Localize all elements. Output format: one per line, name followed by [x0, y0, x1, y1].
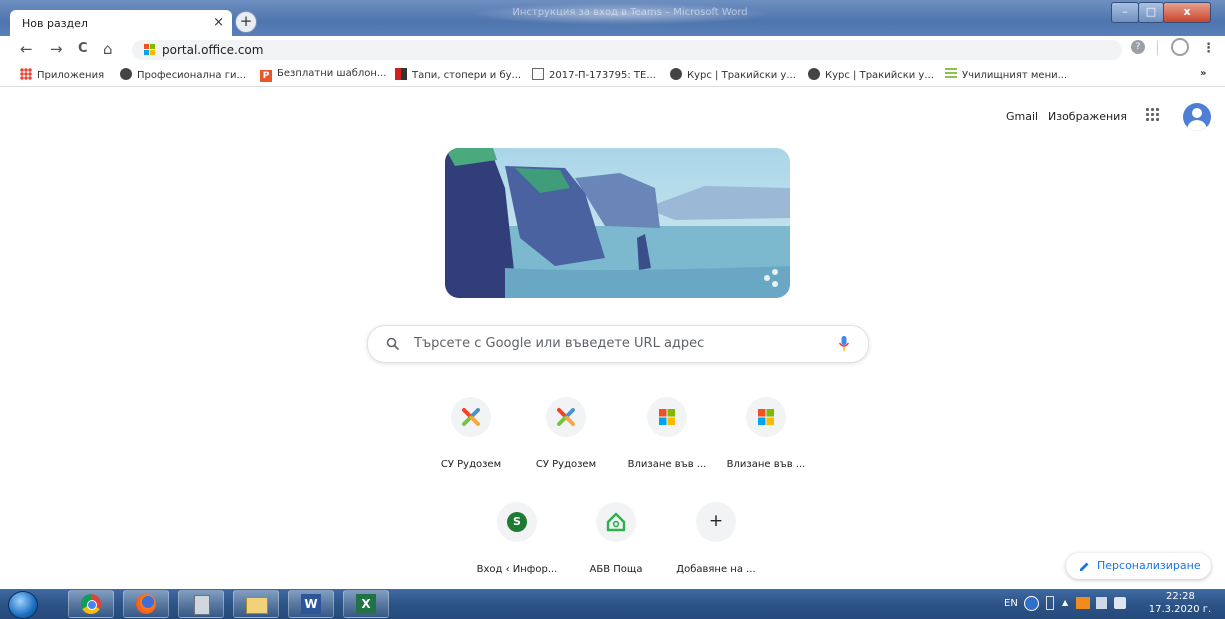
minimize-button[interactable]: – — [1111, 2, 1139, 23]
p-icon: P — [260, 70, 272, 82]
globe-icon — [670, 68, 682, 80]
shortcut-label: СУ Рудозем — [535, 459, 597, 470]
shortcut-label: Влизане във ... — [627, 459, 707, 470]
pen-icon[interactable] — [1046, 596, 1054, 610]
taskbar: W X EN ▲ 22:28 17.3.2020 г. — [0, 589, 1225, 619]
shortcut-tile[interactable]: СУ Рудозем — [426, 397, 516, 470]
profile-icon[interactable] — [1171, 38, 1189, 56]
clock-date[interactable]: 17.3.2020 г. — [1145, 604, 1215, 615]
bookmark-item[interactable]: Тапи, стопери и бу... — [395, 68, 521, 81]
shortcut-tile[interactable]: Влизане във ... — [622, 397, 712, 470]
language-indicator[interactable]: EN — [1004, 598, 1018, 609]
apps-icon — [20, 68, 32, 80]
new-tab-button[interactable]: + — [235, 11, 257, 33]
pencil-icon — [1080, 562, 1089, 571]
shortcut-label: Влизане във ... — [726, 459, 806, 470]
joomla-icon — [451, 397, 491, 437]
toolbar-divider — [1157, 41, 1158, 55]
add-shortcut-button[interactable]: + Добавяне на ... — [671, 502, 761, 575]
gmail-link[interactable]: Gmail — [1006, 110, 1038, 123]
action-center-icon[interactable] — [1096, 597, 1107, 609]
microphone-icon[interactable] — [838, 335, 850, 353]
home-button[interactable]: ⌂ — [103, 40, 113, 58]
doodle-cliffs-image — [445, 148, 790, 298]
globe-icon — [120, 68, 132, 80]
bookmark-item[interactable]: P Безплатни шаблон... — [260, 68, 386, 82]
plus-icon: + — [696, 502, 736, 542]
tab-title: Нов раздел — [22, 17, 88, 30]
back-button[interactable]: ← — [20, 40, 33, 58]
microsoft-icon — [746, 397, 786, 437]
shortcut-label: СУ Рудозем — [440, 459, 502, 470]
bookmark-item[interactable]: Курс | Тракийски у... — [808, 68, 934, 81]
reload-button[interactable]: C — [78, 41, 88, 56]
shortcut-label: Добавяне на ... — [676, 564, 756, 575]
excel-icon[interactable]: X — [343, 590, 389, 618]
help-icon[interactable] — [1024, 596, 1039, 611]
extension-icon[interactable]: ? — [1131, 40, 1145, 54]
tab-new-tab[interactable]: Нов раздел × — [10, 10, 232, 36]
search-icon — [386, 337, 400, 351]
firefox-icon[interactable] — [123, 590, 169, 618]
shortcut-tile[interactable]: АБВ Поща — [571, 502, 661, 575]
word-icon[interactable]: W — [288, 590, 334, 618]
address-bar[interactable]: portal.office.com — [132, 40, 1122, 60]
customize-label: Персонализиране — [1097, 559, 1201, 572]
google-doodle[interactable] — [445, 148, 790, 298]
forward-button[interactable]: → — [50, 40, 63, 58]
shortcut-tile[interactable]: СУ Рудозем — [521, 397, 611, 470]
shortcut-tile[interactable]: Влизане във ... — [721, 397, 811, 470]
show-hidden-icons-icon[interactable]: ▲ — [1062, 598, 1068, 607]
search-placeholder: Търсете с Google или въведете URL адрес — [414, 336, 705, 351]
avatar[interactable] — [1183, 103, 1211, 131]
bookmark-item[interactable]: 2017-П-173795: ТЕ... — [532, 68, 656, 81]
bookmarks-bar: Приложения Професионална ги... P Безплатн… — [0, 64, 1225, 87]
start-button[interactable] — [8, 591, 38, 619]
network-icon[interactable] — [1076, 597, 1090, 609]
microsoft-icon — [647, 397, 687, 437]
bar-icon — [395, 68, 407, 80]
search-input[interactable]: Търсете с Google или въведете URL адрес — [367, 325, 869, 363]
close-window-button[interactable]: x — [1163, 2, 1211, 23]
volume-icon[interactable] — [1114, 597, 1126, 609]
shortcut-tile[interactable]: S Вход ‹ Инфор... — [472, 502, 562, 575]
clock-time[interactable]: 22:28 — [1166, 591, 1195, 602]
bookmark-item[interactable]: Курс | Тракийски у... — [670, 68, 796, 81]
s-icon: S — [497, 502, 537, 542]
abv-house-icon — [596, 502, 636, 542]
shortcut-label: АБВ Поща — [589, 564, 643, 575]
joomla-icon — [546, 397, 586, 437]
chrome-icon[interactable] — [68, 590, 114, 618]
doc-icon — [532, 68, 544, 80]
system-tray: EN ▲ 22:28 17.3.2020 г. — [1000, 589, 1225, 619]
images-link[interactable]: Изображения — [1048, 110, 1127, 123]
bookmarks-more-button[interactable]: » — [1200, 68, 1206, 79]
tab-close-icon[interactable]: × — [213, 15, 224, 30]
bookmark-item[interactable]: Училищният мени... — [945, 68, 1067, 81]
lines-icon — [945, 68, 957, 80]
apps-grid-icon[interactable] — [1146, 108, 1160, 122]
calculator-icon[interactable] — [178, 590, 224, 618]
maximize-button[interactable]: □ — [1138, 2, 1164, 23]
menu-icon[interactable]: ⋮ — [1202, 41, 1215, 56]
explorer-icon[interactable] — [233, 590, 279, 618]
globe-icon — [808, 68, 820, 80]
microsoft-icon — [144, 44, 155, 55]
bookmark-item[interactable]: Професионална ги... — [120, 68, 246, 81]
shortcut-label: Вход ‹ Инфор... — [476, 564, 558, 575]
bookmark-apps[interactable]: Приложения — [20, 68, 104, 81]
window-title: Инструкция за вход в Teams – Microsoft W… — [512, 7, 748, 18]
url-text: portal.office.com — [162, 43, 264, 57]
customize-button[interactable]: Персонализиране — [1066, 553, 1211, 579]
